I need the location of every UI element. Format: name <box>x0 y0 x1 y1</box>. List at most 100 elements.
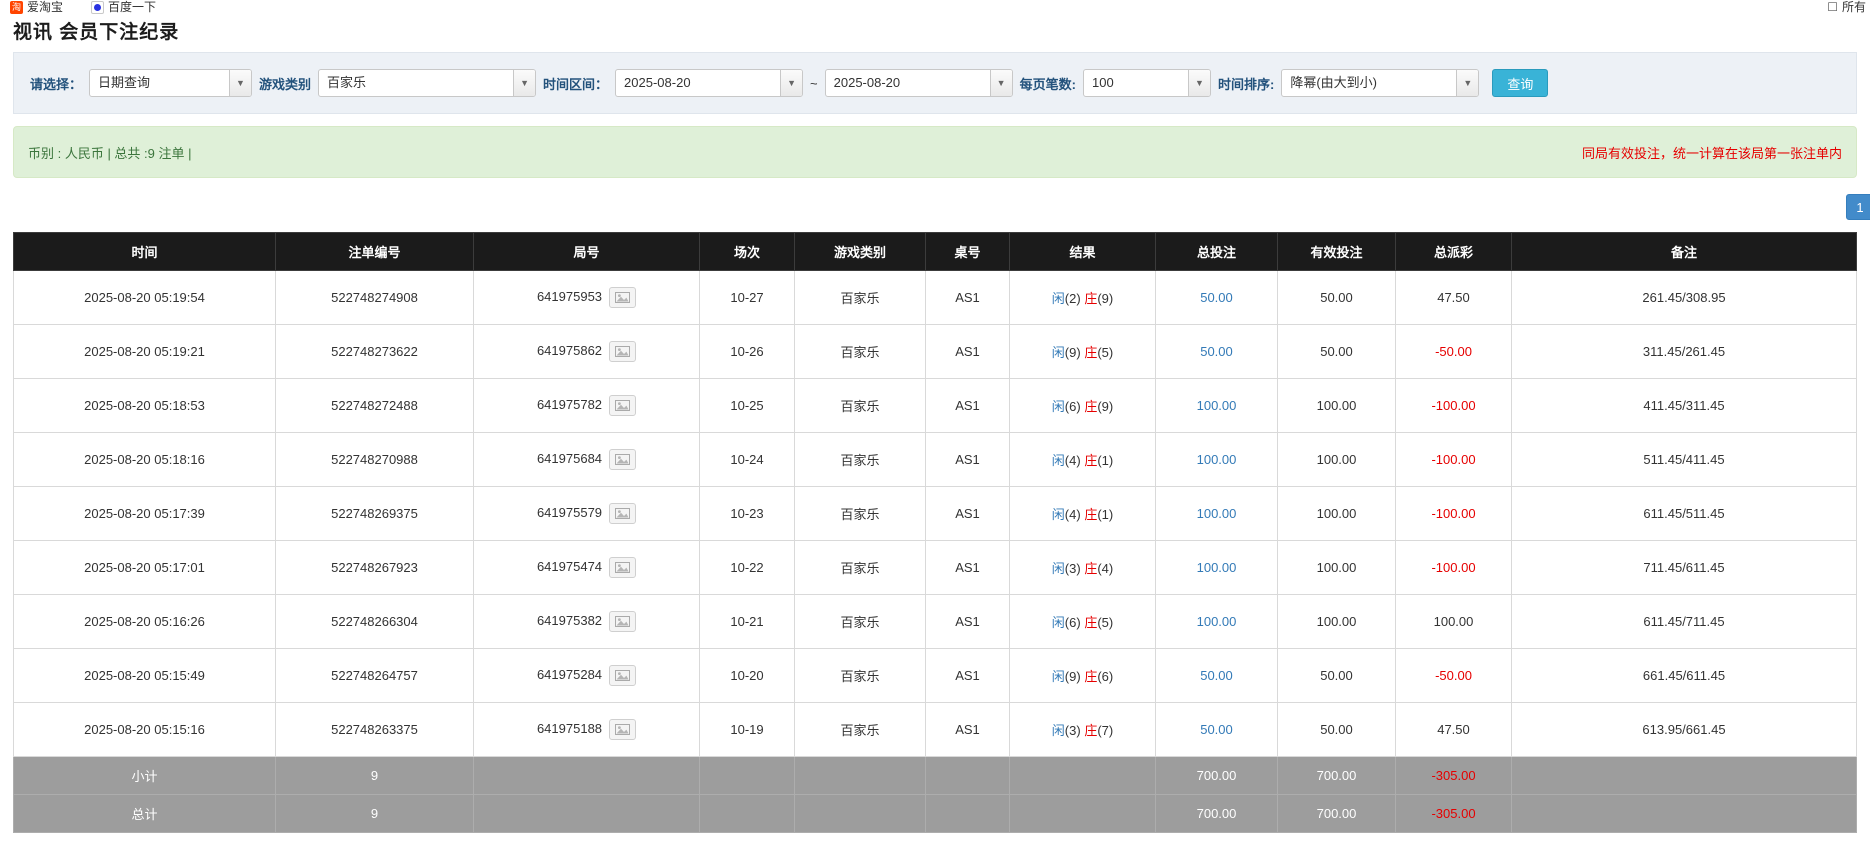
header-bet-id: 注单编号 <box>276 233 474 271</box>
chevron-down-icon[interactable]: ▼ <box>990 70 1012 96</box>
replay-video-icon[interactable] <box>609 341 636 362</box>
replay-video-icon[interactable] <box>609 665 636 686</box>
total-bet-link[interactable]: 100.00 <box>1197 506 1237 521</box>
cell-time: 2025-08-20 05:18:16 <box>14 433 276 487</box>
total-bet-link[interactable]: 50.00 <box>1200 290 1233 305</box>
replay-video-icon[interactable] <box>609 557 636 578</box>
total-bet-link[interactable]: 100.00 <box>1197 560 1237 575</box>
total-bet-link[interactable]: 100.00 <box>1197 614 1237 629</box>
replay-video-icon[interactable] <box>609 395 636 416</box>
cell-payout: -100.00 <box>1396 541 1512 595</box>
total-bet-link[interactable]: 50.00 <box>1200 344 1233 359</box>
game-type-combobox[interactable]: 百家乐 ▼ <box>318 69 536 97</box>
cell-payout: -100.00 <box>1396 487 1512 541</box>
bookmark-taobao[interactable]: 淘 爱淘宝 <box>10 0 63 14</box>
result-player: 闲 <box>1052 291 1065 306</box>
cell-valid-bet: 50.00 <box>1278 325 1396 379</box>
cell-round: 641975188 <box>474 703 700 757</box>
query-type-combobox[interactable]: 日期查询 ▼ <box>89 69 252 97</box>
cell-result: 闲(4) 庄(1) <box>1010 487 1156 541</box>
result-player-score: (9) <box>1065 345 1081 360</box>
date-to-input[interactable]: 2025-08-20 ▼ <box>825 69 1013 97</box>
query-button[interactable]: 查询 <box>1492 69 1548 97</box>
replay-image-glyph <box>615 400 630 411</box>
cell-result: 闲(3) 庄(7) <box>1010 703 1156 757</box>
cell-game-type: 百家乐 <box>795 379 926 433</box>
table-row: 2025-08-20 05:18:16522748270988641975684… <box>14 433 1857 487</box>
foot-empty <box>700 757 795 795</box>
filter-bar: 请选择： 日期查询 ▼ 游戏类别 百家乐 ▼ 时间区间： 2025-08-20 … <box>13 52 1857 114</box>
result-banker-score: (1) <box>1097 453 1113 468</box>
summary-bar: 币别 : 人民币 | 总共 :9 注单 | 同局有效投注，统一计算在该局第一张注… <box>13 126 1857 178</box>
page-1-button[interactable]: 1 <box>1846 194 1870 220</box>
currency-summary-text: 币别 : 人民币 | 总共 :9 注单 | <box>28 143 192 162</box>
cell-payout: -50.00 <box>1396 649 1512 703</box>
chevron-down-icon[interactable]: ▼ <box>1188 70 1210 96</box>
chevron-down-icon[interactable]: ▼ <box>229 70 251 96</box>
cell-payout: -100.00 <box>1396 433 1512 487</box>
bookmark-folder-all[interactable]: ☐ 所有 <box>1827 0 1866 14</box>
header-valid-bet: 有效投注 <box>1278 233 1396 271</box>
foot-empty <box>1512 795 1857 833</box>
cell-table-no: AS1 <box>926 595 1010 649</box>
result-player-score: (6) <box>1065 399 1081 414</box>
round-number: 641975382 <box>537 613 602 628</box>
result-banker-score: (1) <box>1097 507 1113 522</box>
total-row: 总计9700.00700.00-305.00 <box>14 795 1857 833</box>
header-result: 结果 <box>1010 233 1156 271</box>
cell-table-no: AS1 <box>926 433 1010 487</box>
result-player-score: (4) <box>1065 453 1081 468</box>
cell-valid-bet: 100.00 <box>1278 379 1396 433</box>
date-range-label: 时间区间： <box>543 74 608 93</box>
result-player-score: (2) <box>1065 291 1081 306</box>
sort-order-combobox[interactable]: 降幂(由大到小) ▼ <box>1281 69 1479 97</box>
chevron-down-icon[interactable]: ▼ <box>1456 70 1478 96</box>
baidu-icon <box>91 1 104 14</box>
round-number: 641975782 <box>537 397 602 412</box>
cell-total-bet: 50.00 <box>1156 703 1278 757</box>
cell-remark: 611.45/711.45 <box>1512 595 1857 649</box>
page-size-combobox[interactable]: 100 ▼ <box>1083 69 1211 97</box>
cell-remark: 411.45/311.45 <box>1512 379 1857 433</box>
cell-round: 641975782 <box>474 379 700 433</box>
cell-bet-id: 522748274908 <box>276 271 474 325</box>
result-player-score: (9) <box>1065 669 1081 684</box>
replay-video-icon[interactable] <box>609 287 636 308</box>
cell-time: 2025-08-20 05:19:21 <box>14 325 276 379</box>
replay-image-glyph <box>615 454 630 465</box>
replay-video-icon[interactable] <box>609 449 636 470</box>
foot-label: 总计 <box>14 795 276 833</box>
cell-result: 闲(3) 庄(4) <box>1010 541 1156 595</box>
subtotal-row: 小计9700.00700.00-305.00 <box>14 757 1857 795</box>
chevron-down-icon[interactable]: ▼ <box>780 70 802 96</box>
total-bet-link[interactable]: 50.00 <box>1200 722 1233 737</box>
replay-video-icon[interactable] <box>609 719 636 740</box>
query-type-value: 日期查询 <box>90 70 229 96</box>
date-range-separator: ~ <box>810 76 818 91</box>
chevron-down-icon[interactable]: ▼ <box>513 70 535 96</box>
cell-remark: 261.45/308.95 <box>1512 271 1857 325</box>
cell-result: 闲(6) 庄(5) <box>1010 595 1156 649</box>
result-player: 闲 <box>1052 669 1065 684</box>
result-banker: 庄 <box>1084 345 1097 360</box>
cell-time: 2025-08-20 05:15:16 <box>14 703 276 757</box>
result-player: 闲 <box>1052 345 1065 360</box>
cell-total-bet: 100.00 <box>1156 433 1278 487</box>
cell-total-bet: 100.00 <box>1156 379 1278 433</box>
cell-game-type: 百家乐 <box>795 595 926 649</box>
page-title: 视讯 会员下注纪录 <box>13 17 1870 44</box>
bookmark-baidu[interactable]: 百度一下 <box>91 0 156 14</box>
total-bet-link[interactable]: 50.00 <box>1200 668 1233 683</box>
replay-video-icon[interactable] <box>609 611 636 632</box>
result-banker-score: (7) <box>1097 723 1113 738</box>
total-bet-link[interactable]: 100.00 <box>1197 452 1237 467</box>
table-header-row: 时间 注单编号 局号 场次 游戏类别 桌号 结果 总投注 有效投注 总派彩 备注 <box>14 233 1857 271</box>
folder-icon: ☐ <box>1827 1 1838 14</box>
page-size-label: 每页笔数: <box>1020 74 1076 93</box>
replay-video-icon[interactable] <box>609 503 636 524</box>
result-player-score: (6) <box>1065 615 1081 630</box>
result-banker: 庄 <box>1084 561 1097 576</box>
total-bet-link[interactable]: 100.00 <box>1197 398 1237 413</box>
table-row: 2025-08-20 05:16:26522748266304641975382… <box>14 595 1857 649</box>
date-from-input[interactable]: 2025-08-20 ▼ <box>615 69 803 97</box>
